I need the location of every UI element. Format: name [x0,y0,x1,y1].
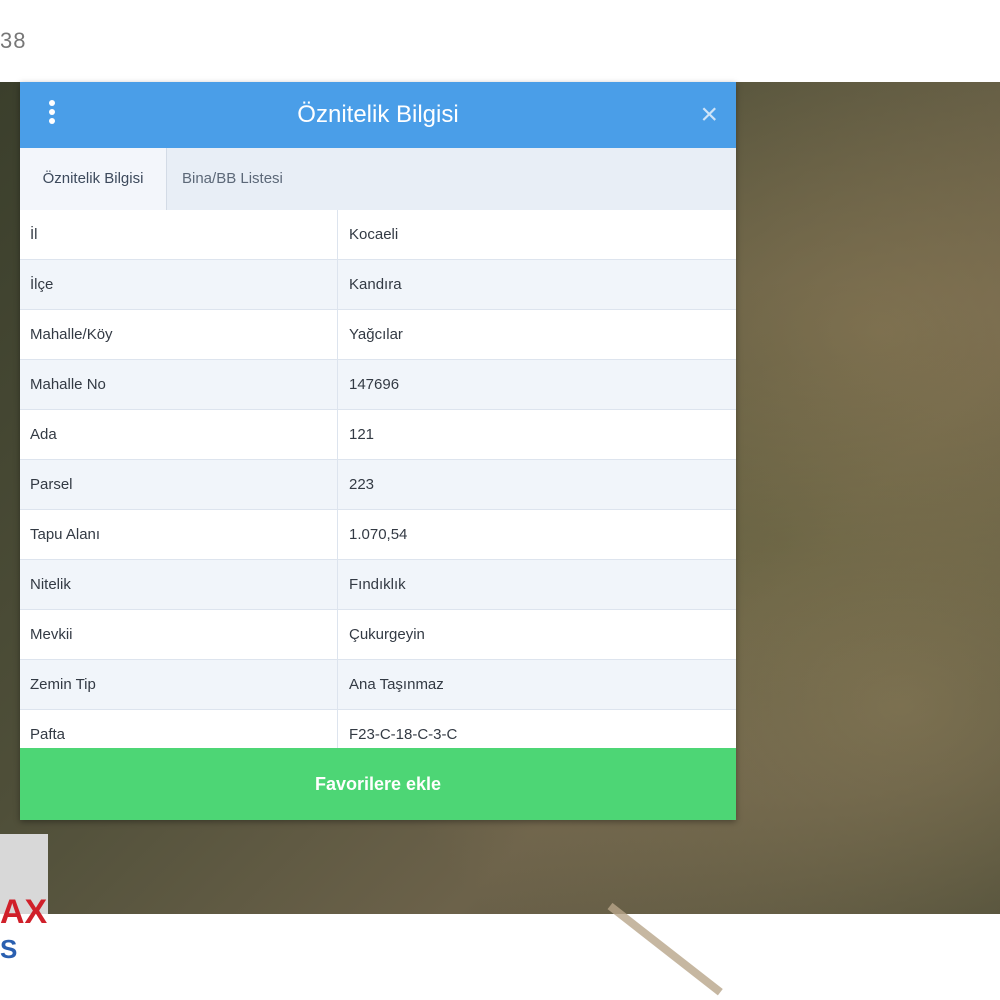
dialog-tabs: Öznitelik Bilgisi Bina/BB Listesi [20,148,736,211]
tab-building-list[interactable]: Bina/BB Listesi [182,148,283,210]
row-label: Zemin Tip [30,676,96,693]
row-label: Mahalle No [30,376,106,393]
row-value: Ana Taşınmaz [349,676,444,693]
row-value: Fındıklık [349,576,406,593]
row-label: İl [30,226,38,243]
row-value: 1.070,54 [349,526,408,543]
dialog-header: Öznitelik Bilgisi × [20,82,736,148]
row-label: Parsel [30,476,73,493]
row-value: 121 [349,426,375,443]
row-value: 147696 [349,376,400,393]
logo-text-red: AX [0,893,48,931]
cell-divider [337,560,338,609]
row-label: Nitelik [30,576,71,593]
table-row: İlçe Kandıra [20,260,736,310]
logo-text-blue: S [0,934,18,964]
row-value: Kandıra [349,276,402,293]
table-row: Zemin Tip Ana Taşınmaz [20,660,736,710]
attribute-table: İl Kocaeli İlçe Kandıra Mahalle/Köy Yağc… [20,210,736,760]
table-row: Nitelik Fındıklık [20,560,736,610]
cell-divider [337,460,338,509]
cell-divider [337,360,338,409]
row-label: Mevkii [30,626,73,643]
row-label: Ada [30,426,57,443]
add-to-favorites-button[interactable]: Favorilere ekle [20,748,736,820]
row-label: İlçe [30,276,54,293]
row-value: Çukurgeyin [349,626,425,643]
cell-divider [337,210,338,259]
map-road [607,902,723,996]
row-value: Yağcılar [349,326,403,343]
table-row: Mevkii Çukurgeyin [20,610,736,660]
table-row: Mahalle No 147696 [20,360,736,410]
table-row: Mahalle/Köy Yağcılar [20,310,736,360]
row-label: Mahalle/Köy [30,326,113,343]
cell-divider [337,510,338,559]
top-text-fragment: 38 [0,28,27,53]
attribute-info-dialog: Öznitelik Bilgisi × Öznitelik Bilgisi Bi… [20,82,736,820]
table-row: Ada 121 [20,410,736,460]
cell-divider [337,660,338,709]
close-icon[interactable]: × [700,98,718,132]
cell-divider [337,610,338,659]
kebab-menu-icon[interactable] [46,100,58,130]
cell-divider [337,260,338,309]
cell-divider [337,310,338,359]
cell-divider [337,410,338,459]
table-row: Tapu Alanı 1.070,54 [20,510,736,560]
tab-attribute-info[interactable]: Öznitelik Bilgisi [20,148,167,211]
row-value: 223 [349,476,375,493]
row-value: Kocaeli [349,226,399,243]
row-label: Tapu Alanı [30,526,101,543]
table-row: Parsel 223 [20,460,736,510]
top-strip: 38 [0,0,1000,82]
dialog-title: Öznitelik Bilgisi [297,101,459,128]
table-row: İl Kocaeli [20,210,736,260]
